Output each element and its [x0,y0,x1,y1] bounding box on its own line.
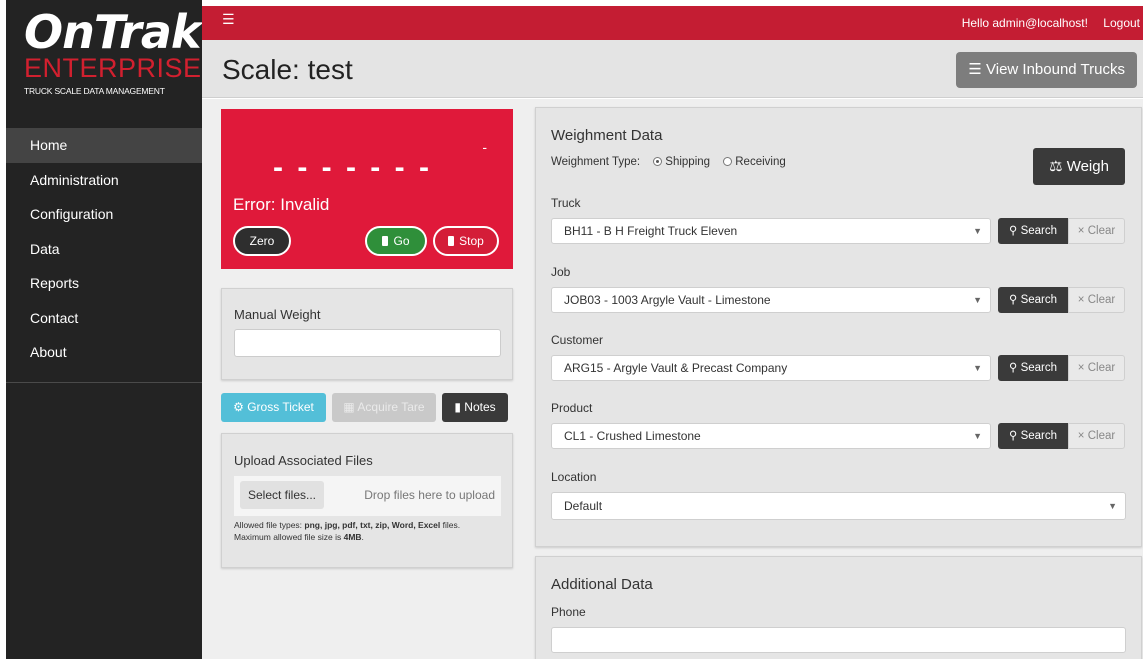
allowed-types: png, jpg, pdf, txt, zip, Word, Excel [304,520,441,530]
job-label: Job [551,265,571,279]
chevron-down-icon: ▼ [973,295,982,305]
job-search-button[interactable]: ⚲ Search [998,287,1068,313]
job-select[interactable]: JOB03 - 1003 Argyle Vault - Limestone ▼ [551,287,991,313]
manual-weight-label: Manual Weight [234,307,321,322]
additional-data-title: Additional Data [551,576,653,593]
scale-balance-icon: ⚖ [1049,158,1063,175]
manual-weight-card: Manual Weight [221,288,513,380]
sidebar-item-configuration[interactable]: Configuration [6,197,202,232]
search-icon: ⚲ [1008,294,1018,306]
customer-label: Customer [551,333,604,347]
truck-select[interactable]: BH11 - B H Freight Truck Eleven ▼ [551,218,991,244]
chevron-down-icon: ▼ [1108,501,1117,511]
upload-card: Upload Associated Files Select files... … [221,433,513,568]
menu-toggle-icon[interactable]: ☰ [222,11,235,28]
stop-button[interactable]: Stop [433,226,499,256]
scale-reading: - - - - - - - [273,151,432,184]
sidebar-item-data[interactable]: Data [6,232,202,267]
location-label: Location [551,470,597,484]
brand-name: OnTrak [24,5,201,59]
manual-weight-input[interactable] [234,329,501,357]
traffic-light-icon [448,236,455,246]
drop-hint: Drop files here to upload [364,488,495,502]
layers-icon: ☰ [968,61,982,78]
gross-ticket-button[interactable]: ⚙ Gross Ticket [221,393,326,422]
page-header: Scale: test ☰ View Inbound Trucks [202,40,1143,98]
file-dropzone[interactable]: Select files... Drop files here to uploa… [234,476,501,516]
product-search-button[interactable]: ⚲ Search [998,423,1068,449]
brand-tagline: TRUCK SCALE DATA MANAGEMENT [24,86,165,96]
brand-logo[interactable]: OnTrakTM ENTERPRISE TRUCK SCALE DATA MAN… [6,0,215,112]
chevron-down-icon: ▼ [973,363,982,373]
additional-data-panel: Additional Data Phone [535,556,1142,659]
brand-subtitle: ENTERPRISE [24,53,202,83]
view-inbound-trucks-button[interactable]: ☰ View Inbound Trucks [956,52,1137,88]
sidebar-item-home[interactable]: Home [6,128,202,163]
product-label: Product [551,401,593,415]
customer-select[interactable]: ARG15 - Argyle Vault & Precast Company ▼ [551,355,991,381]
page-title: Scale: test [222,54,353,85]
receiving-radio[interactable] [723,157,733,166]
notes-button[interactable]: ▮ Notes [442,393,508,422]
truck-clear-button[interactable]: × Clear [1068,218,1125,244]
file-requirements: Allowed file types: png, jpg, pdf, txt, … [234,520,461,542]
weigh-button[interactable]: ⚖ Weigh [1033,148,1125,185]
acquire-tare-button[interactable]: ▦ Acquire Tare [332,393,436,422]
main-content: - - - - - - - - Error: Invalid Zero Go S… [202,99,1143,659]
weighment-panel: Weighment Data Weighment Type: Shipping … [535,107,1142,547]
car-icon: ⚙ [233,400,244,414]
weighment-type: Weighment Type: Shipping Receiving [551,156,786,168]
traffic-light-icon [382,236,389,246]
job-clear-button[interactable]: × Clear [1068,287,1125,313]
max-size: 4MB [343,532,362,542]
sidebar: OnTrakTM ENTERPRISE TRUCK SCALE DATA MAN… [0,0,215,659]
upload-title: Upload Associated Files [234,453,373,468]
truck-label: Truck [551,196,581,210]
chevron-down-icon: ▼ [973,431,982,441]
product-select[interactable]: CL1 - Crushed Limestone ▼ [551,423,991,449]
truck-icon: ▦ [343,400,355,414]
sidebar-item-administration[interactable]: Administration [6,163,202,198]
weighment-title: Weighment Data [551,127,663,144]
customer-clear-button[interactable]: × Clear [1068,355,1125,381]
sidebar-item-about[interactable]: About [6,335,202,370]
zero-button[interactable]: Zero [233,226,291,256]
chevron-down-icon: ▼ [973,226,982,236]
scale-sign: - [482,139,487,155]
truck-search-button[interactable]: ⚲ Search [998,218,1068,244]
product-clear-button[interactable]: × Clear [1068,423,1125,449]
go-button[interactable]: Go [365,226,427,256]
location-select[interactable]: Default ▼ [551,492,1126,520]
logout-link[interactable]: Logout [1103,16,1140,30]
search-icon: ⚲ [1008,362,1018,374]
sidebar-item-reports[interactable]: Reports [6,266,202,301]
select-files-button[interactable]: Select files... [240,481,324,509]
top-bar: ☰ Hello admin@localhost! Logout [202,6,1143,40]
scale-status: Error: Invalid [233,195,330,214]
sidebar-item-contact[interactable]: Contact [6,301,202,336]
sidebar-nav: Home Administration Configuration Data R… [6,128,202,383]
file-icon: ▮ [454,400,461,414]
scale-display: - - - - - - - - Error: Invalid Zero Go S… [221,109,513,269]
search-icon: ⚲ [1008,225,1018,237]
user-greeting: Hello admin@localhost! [961,16,1088,30]
phone-label: Phone [551,605,586,619]
search-icon: ⚲ [1008,430,1018,442]
phone-input[interactable] [551,627,1126,653]
customer-search-button[interactable]: ⚲ Search [998,355,1068,381]
shipping-radio[interactable] [653,157,663,166]
